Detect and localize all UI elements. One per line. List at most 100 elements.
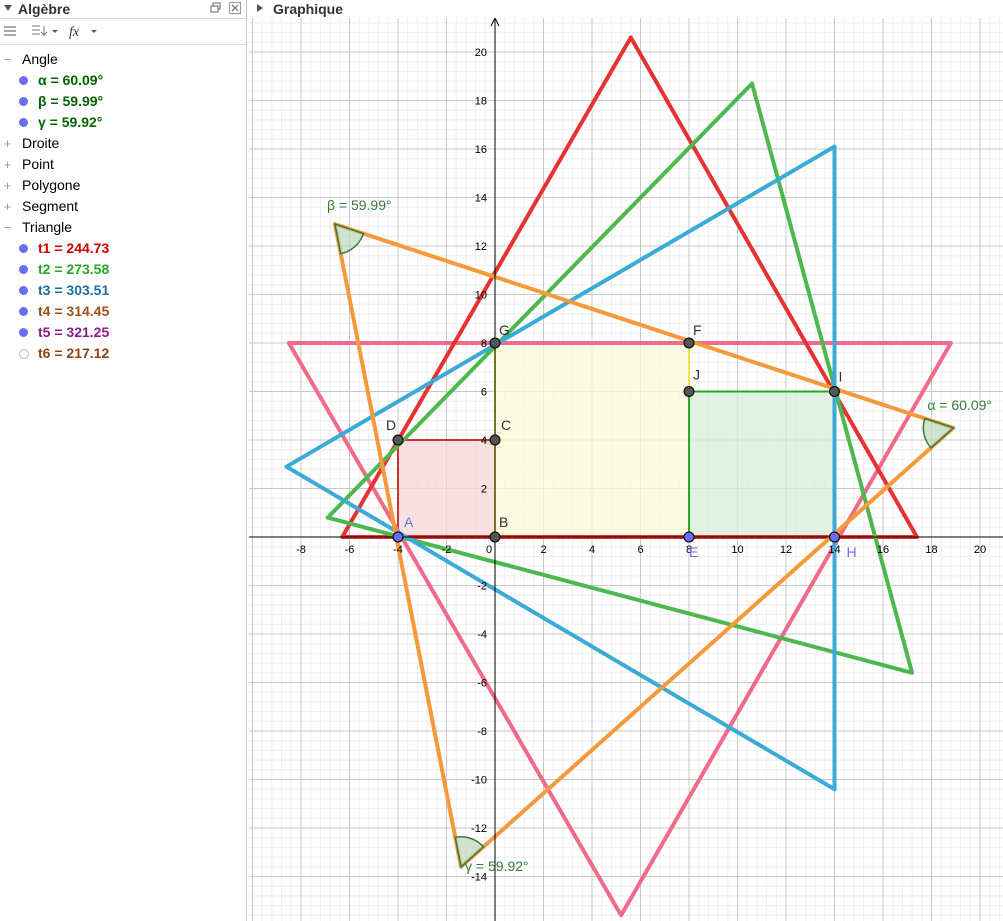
algebra-panel: Algèbre fx − Angle α = 60.09° β = 59.99° γ =… (0, 0, 247, 921)
svg-text:fx: fx (69, 25, 80, 39)
algebra-tree: − Angle α = 60.09° β = 59.99° γ = 59.92° + Dro… (0, 49, 246, 364)
graphics-panel[interactable]: -8 -6 -4 -2 0 2 4 6 8 10 12 14 16 18 20 20 18 16 14 12 10 8 6 4… (249, 0, 1003, 921)
point-label: E (689, 544, 698, 560)
algebra-item[interactable]: t2 = 273.58 (0, 259, 246, 280)
expand-icon[interactable]: + (3, 196, 12, 217)
x-tick-label: -6 (345, 544, 355, 556)
category-droite[interactable]: + Droite (0, 133, 246, 154)
visibility-toggle[interactable] (19, 118, 28, 127)
visibility-toggle[interactable] (19, 328, 28, 337)
collapse-icon[interactable]: − (3, 49, 12, 70)
point-a[interactable] (392, 531, 404, 543)
algebra-item-label: t2 = 273.58 (38, 261, 110, 277)
algebra-item[interactable]: t6 = 217.12 (0, 343, 246, 364)
algebra-header: Algèbre (0, 0, 246, 19)
algebra-item-label: t6 = 217.12 (38, 345, 110, 361)
y-tick-label: -10 (471, 775, 487, 787)
x-tick-label: 12 (780, 544, 792, 556)
y-tick-label: 14 (475, 193, 487, 205)
visibility-toggle[interactable] (19, 349, 29, 359)
x-tick-label: 14 (828, 544, 840, 556)
graphics-title: Graphique (273, 1, 344, 17)
y-tick-label: 12 (475, 241, 487, 253)
x-tick-label: 6 (637, 544, 643, 556)
point-label: F (693, 322, 702, 338)
category-label: Segment (22, 198, 79, 214)
algebra-item[interactable]: t1 = 244.73 (0, 238, 246, 259)
function-icon[interactable]: fx (68, 23, 100, 39)
rectangle-polygon[interactable] (688, 390, 836, 538)
sort-icon[interactable] (30, 23, 60, 39)
category-segment[interactable]: + Segment (0, 196, 246, 217)
algebra-item-label: t5 = 321.25 (38, 324, 110, 340)
point-j[interactable] (683, 386, 695, 397)
expand-icon[interactable]: + (3, 175, 12, 196)
algebra-item-label: β = 59.99° (38, 93, 104, 109)
x-tick-label: 18 (925, 544, 937, 556)
visibility-toggle[interactable] (19, 244, 28, 253)
x-tick-label: 10 (731, 544, 743, 556)
point-b[interactable] (489, 531, 501, 543)
y-tick-label: -4 (477, 629, 487, 641)
y-tick-label: -12 (471, 823, 487, 835)
point-label: C (501, 417, 511, 433)
x-tick-label: 4 (589, 544, 595, 556)
point-label: B (499, 514, 508, 530)
angle-label: β = 59.99° (327, 197, 392, 213)
point-e[interactable] (683, 531, 695, 543)
algebra-item[interactable]: t5 = 321.25 (0, 322, 246, 343)
y-tick-label: 8 (481, 338, 487, 350)
category-label: Polygone (22, 177, 81, 193)
visibility-toggle[interactable] (19, 97, 28, 106)
category-angle[interactable]: − Angle (0, 49, 246, 70)
x-tick-label: -8 (296, 544, 306, 556)
point-d[interactable] (392, 434, 404, 446)
rectangle-polygon[interactable] (494, 342, 690, 538)
y-tick-label: 10 (475, 290, 487, 302)
algebra-item[interactable]: t3 = 303.51 (0, 280, 246, 301)
expand-triangle-icon[interactable] (257, 4, 263, 12)
category-point[interactable]: + Point (0, 154, 246, 175)
x-tick-label: 16 (877, 544, 889, 556)
algebra-item-label: t1 = 244.73 (38, 240, 110, 256)
point-label: G (499, 322, 510, 338)
visibility-toggle[interactable] (19, 76, 28, 85)
collapse-triangle-icon[interactable] (4, 5, 12, 11)
x-tick-label: 0 (486, 544, 492, 556)
algebra-item[interactable]: α = 60.09° (0, 70, 246, 91)
algebra-item-label: α = 60.09° (38, 72, 104, 88)
y-tick-label: 20 (475, 47, 487, 59)
algebra-item[interactable]: t4 = 314.45 (0, 301, 246, 322)
category-polygone[interactable]: + Polygone (0, 175, 246, 196)
expand-icon[interactable]: + (3, 154, 12, 175)
visibility-toggle[interactable] (19, 265, 28, 274)
point-f[interactable] (683, 337, 695, 349)
graphics-header: Graphique (249, 0, 1003, 18)
visibility-toggle[interactable] (19, 307, 28, 316)
undock-icon[interactable] (210, 2, 222, 14)
point-g[interactable] (489, 337, 501, 349)
x-tick-label: -2 (442, 544, 452, 556)
graphics-canvas[interactable]: -8 -6 -4 -2 0 2 4 6 8 10 12 14 16 18 20201816141210864… (249, 0, 1003, 921)
algebra-item[interactable]: γ = 59.92° (0, 112, 246, 133)
angle-label: γ = 59.92° (465, 858, 529, 874)
point-c[interactable] (489, 434, 501, 446)
algebra-toolbar: fx (0, 19, 246, 45)
y-tick-label: -8 (477, 726, 487, 738)
point-label: H (847, 544, 857, 560)
close-icon[interactable] (229, 2, 241, 14)
collapse-icon[interactable]: − (3, 217, 12, 238)
algebra-menu-icon[interactable] (3, 23, 17, 39)
category-label: Point (22, 156, 54, 172)
y-tick-label: -6 (477, 678, 487, 690)
point-i[interactable] (829, 386, 840, 397)
algebra-item[interactable]: β = 59.99° (0, 91, 246, 112)
y-tick-label: 18 (475, 96, 487, 108)
angle-label: α = 60.09° (927, 397, 992, 413)
expand-icon[interactable]: + (3, 133, 12, 154)
point-label: J (693, 367, 700, 383)
point-h[interactable] (829, 531, 840, 543)
category-label: Triangle (22, 219, 73, 235)
visibility-toggle[interactable] (19, 286, 28, 295)
category-triangle[interactable]: − Triangle (0, 217, 246, 238)
